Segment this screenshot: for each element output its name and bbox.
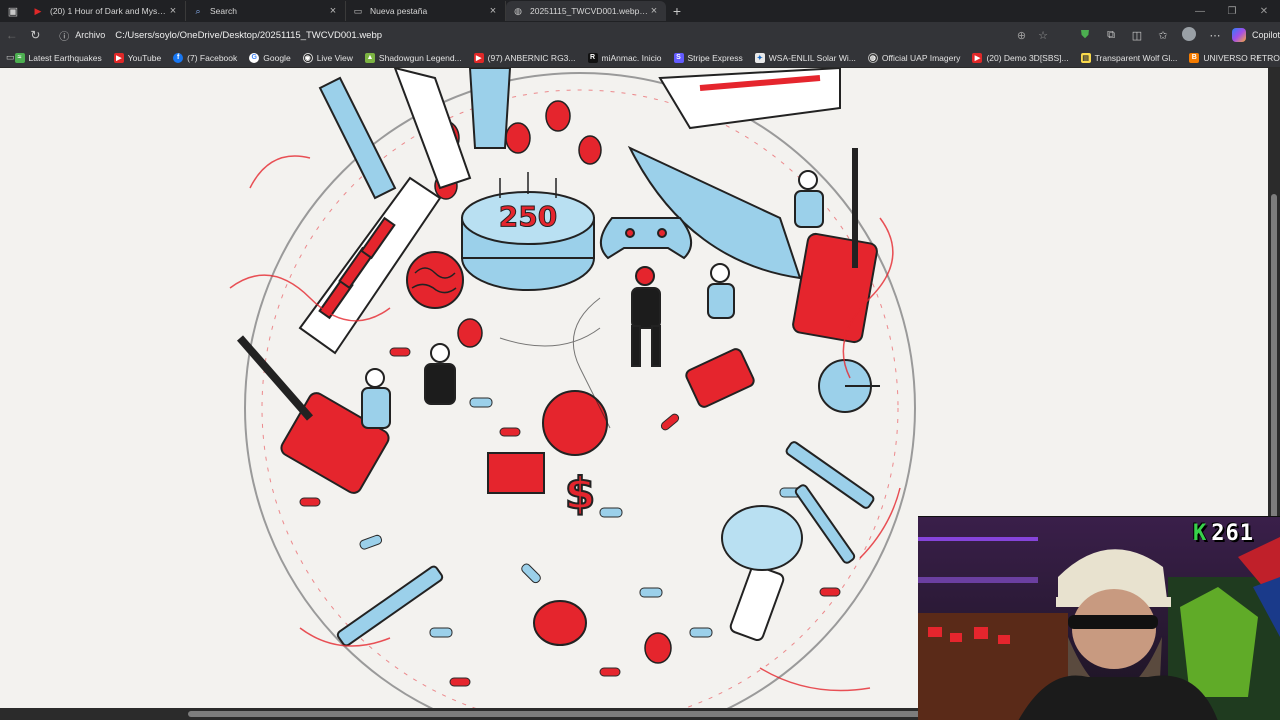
sidebar-toggle-icon[interactable]: ▭ <box>6 52 15 63</box>
new-tab-button[interactable]: + <box>666 3 688 19</box>
star-icon[interactable]: ☆ <box>1038 29 1048 42</box>
r-icon: R <box>587 52 598 63</box>
search-icon: ⌕ <box>195 5 201 16</box>
chevron-right-icon[interactable]: › <box>1257 52 1260 63</box>
tab-new-tab[interactable]: ▭ Nueva pestaña × <box>346 1 506 21</box>
svg-text:250: 250 <box>499 200 557 233</box>
cake-illustration: 250 <box>461 172 595 291</box>
split-screen-icon[interactable]: ◫ <box>1124 29 1150 42</box>
close-icon[interactable]: × <box>167 5 179 17</box>
youtube-icon: ▶ <box>972 52 983 63</box>
counter-prefix: K <box>1193 521 1208 546</box>
restore-icon[interactable]: ❐ <box>1216 0 1248 22</box>
back-button[interactable]: ← <box>0 23 24 47</box>
tab-actions-icon[interactable]: ▣ <box>0 0 26 22</box>
copilot-label: Copilot <box>1252 30 1280 40</box>
bookmark-demo-3d[interactable]: ▶ (20) Demo 3D[SBS]... <box>972 52 1069 63</box>
stripe-icon: S <box>673 52 684 63</box>
bookmark-label: miAnmac. Inicio <box>601 52 662 63</box>
bookmark-shadowgun[interactable]: ▲ Shadowgun Legend... <box>364 52 462 63</box>
bookmark-transparent-wolf[interactable]: ▤ Transparent Wolf Gl... <box>1080 52 1178 63</box>
bookmark-youtube[interactable]: ▶ YouTube <box>113 52 162 63</box>
bookmark-label: Shadowgun Legend... <box>378 52 462 63</box>
bookmark-label: YouTube <box>127 52 162 63</box>
bookmark-google[interactable]: G Google <box>249 52 291 63</box>
more-menu-icon[interactable]: ⋯ <box>1202 29 1228 42</box>
shield-extension-icon[interactable]: ⛊ <box>1072 29 1098 42</box>
svg-text:$: $ <box>565 468 596 519</box>
bookmark-universo-retro[interactable]: B UNIVERSO RETRO... <box>1189 52 1280 63</box>
tab-title: (20) 1 Hour of Dark and Mysterio <box>50 6 167 16</box>
bookmark-live-view[interactable]: ◉ Live View <box>302 52 353 63</box>
bookmark-facebook[interactable]: f (7) Facebook <box>173 52 238 63</box>
address-toolbar: ← ↻ ⓘ Archivo C:/Users/soylo/OneDrive/De… <box>0 22 1280 48</box>
live-view-icon: ◉ <box>302 52 313 63</box>
reload-button[interactable]: ↻ <box>24 23 48 47</box>
close-icon[interactable]: × <box>487 5 499 17</box>
bookmark-label: Google <box>263 52 291 63</box>
tab-webp-image[interactable]: ◍ 20251115_TWCVD001.webp (960 × <box>506 1 666 21</box>
copilot-button[interactable]: Copilot <box>1232 28 1280 42</box>
tab-title: Search <box>210 6 237 16</box>
webcam-feed <box>918 517 1280 720</box>
bookmark-label: (97) ANBERNIC RG3... <box>487 52 576 63</box>
close-icon[interactable]: × <box>327 5 339 17</box>
close-window-icon[interactable]: ✕ <box>1248 0 1280 22</box>
tab-youtube-video[interactable]: ▶ (20) 1 Hour of Dark and Mysterio × <box>26 1 186 21</box>
blogger-icon: B <box>1189 52 1200 63</box>
profile-avatar[interactable] <box>1176 26 1202 44</box>
bookmark-wsa-enlil[interactable]: ✦ WSA-ENLIL Solar Wi... <box>754 52 856 63</box>
bookmark-label: (7) Facebook <box>187 52 238 63</box>
close-icon[interactable]: × <box>648 5 660 17</box>
android-icon: ▲ <box>364 52 375 63</box>
extensions-icon[interactable]: ⧉ <box>1098 29 1124 42</box>
bookmark-label: Latest Earthquakes <box>28 52 102 63</box>
google-icon: G <box>249 52 260 63</box>
counter-value: 261 <box>1211 521 1254 546</box>
url-text[interactable]: C:/Users/soylo/OneDrive/Desktop/20251115… <box>115 30 1005 41</box>
tab-search[interactable]: ⌕ Search × <box>186 1 346 21</box>
doc-icon: ▤ <box>1080 52 1091 63</box>
bookmark-label: Official UAP Imagery <box>881 52 961 63</box>
bookmark-uap-imagery[interactable]: ◍ Official UAP Imagery <box>867 52 961 63</box>
earthquake-icon: ≈ <box>14 52 25 63</box>
youtube-icon: ▶ <box>113 52 124 63</box>
score-counter: K 261 <box>1193 521 1254 546</box>
bookmark-label: (20) Demo 3D[SBS]... <box>986 52 1069 63</box>
toolbar-icons: ⛊ ⧉ ◫ ✩ ⋯ <box>1072 26 1228 44</box>
scheme-label: Archivo <box>75 30 106 40</box>
bookmark-label: UNIVERSO RETRO... <box>1203 52 1280 63</box>
bookmark-label: Transparent Wolf Gl... <box>1094 52 1178 63</box>
bookmark-latest-earthquakes[interactable]: ≈ Latest Earthquakes <box>14 52 102 63</box>
page-icon: ▭ <box>353 5 363 16</box>
horizontal-scroll-thumb[interactable] <box>188 711 938 717</box>
noaa-icon: ✦ <box>754 52 765 63</box>
favorites-icon[interactable]: ✩ <box>1150 29 1176 42</box>
bookmarks-bar: ▭ ≈ Latest Earthquakes ▶ YouTube f (7) Face… <box>0 48 1280 68</box>
youtube-icon: ▶ <box>473 52 484 63</box>
tab-strip: ▣ ▶ (20) 1 Hour of Dark and Mysterio × ⌕… <box>0 0 1280 22</box>
webcam-overlay: K 261 <box>918 516 1280 720</box>
globe-icon: ◍ <box>514 5 522 16</box>
facebook-icon: f <box>173 52 184 63</box>
window-controls: — ❐ ✕ <box>1184 0 1280 22</box>
address-bar[interactable]: ⓘ Archivo C:/Users/soylo/OneDrive/Deskto… <box>53 25 1054 45</box>
zoom-icon[interactable]: ⊕ <box>1017 29 1026 42</box>
youtube-icon: ▶ <box>34 5 42 16</box>
bookmark-label: Live View <box>316 52 353 63</box>
copilot-icon <box>1232 28 1246 42</box>
bookmark-label: WSA-ENLIL Solar Wi... <box>768 52 856 63</box>
tab-title: Nueva pestaña <box>370 6 428 16</box>
globe-icon: ◍ <box>867 52 878 63</box>
bookmark-label: Stripe Express <box>687 52 743 63</box>
bookmark-anbernic[interactable]: ▶ (97) ANBERNIC RG3... <box>473 52 576 63</box>
info-icon[interactable]: ⓘ <box>59 28 69 43</box>
minimize-icon[interactable]: — <box>1184 0 1216 22</box>
bookmark-mianmac[interactable]: RmiAnmac. Inicio <box>587 52 662 63</box>
bookmark-stripe[interactable]: S Stripe Express <box>673 52 743 63</box>
tab-title: 20251115_TWCVD001.webp (960 <box>530 6 648 16</box>
